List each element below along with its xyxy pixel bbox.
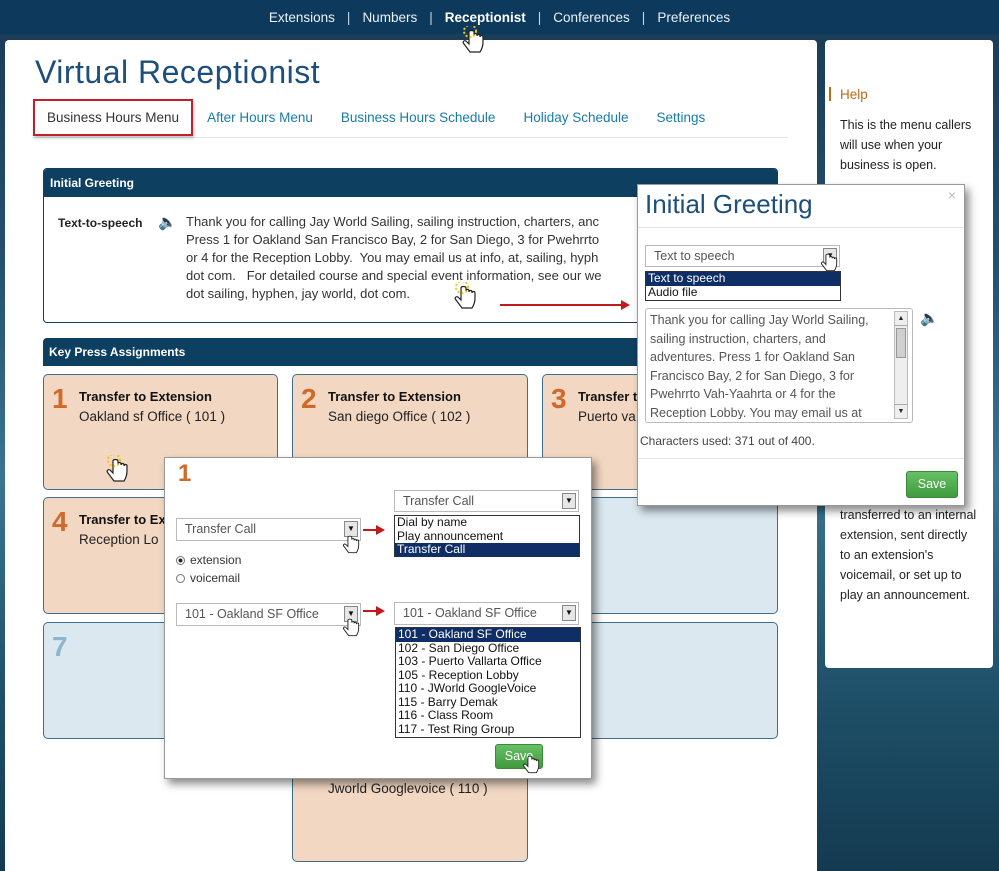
select-value: Text to speech — [654, 249, 735, 263]
extension-option[interactable]: 110 - JWorld GoogleVoice — [396, 681, 580, 696]
key-config-modal: 1 Transfer Call ▼ Transfer Call ▼ Dial b… — [164, 457, 592, 779]
greeting-textarea[interactable]: Thank you for calling Jay World Sailing,… — [645, 308, 913, 423]
page-title: Virtual Receptionist — [35, 54, 321, 90]
select-value: Transfer Call — [185, 522, 257, 536]
key-target: Jworld Googlevoice ( 110 ) — [328, 781, 488, 796]
extension-option[interactable]: 115 - Barry Demak — [396, 695, 580, 710]
option-text-to-speech[interactable]: Text to speech — [646, 271, 840, 286]
scroll-down-icon[interactable]: ▼ — [895, 404, 907, 418]
hand-cursor-icon — [342, 535, 360, 554]
top-nav: Extensions | Numbers | Receptionist | Conferen… — [0, 0, 999, 34]
option-dial-by-name[interactable]: Dial by name — [395, 515, 579, 530]
radio-label: voicemail — [190, 571, 241, 585]
nav-numbers[interactable]: Numbers — [350, 10, 429, 25]
radio-label: extension — [190, 553, 242, 567]
scroll-up-icon[interactable]: ▲ — [895, 312, 907, 326]
nav-preferences[interactable]: Preferences — [645, 10, 742, 25]
tab-business-hours-schedule[interactable]: Business Hours Schedule — [327, 110, 510, 125]
option-audio-file[interactable]: Audio file — [646, 285, 840, 300]
radio-dot — [176, 556, 185, 566]
greeting-type-select[interactable]: Text to speech ▼ — [645, 245, 840, 267]
nav-extensions[interactable]: Extensions — [257, 10, 347, 25]
hand-cursor-icon — [462, 26, 484, 53]
textarea-value: Thank you for calling Jay World Sailing,… — [650, 313, 869, 419]
extension-option[interactable]: 103 - Puerto Vallarta Office — [396, 654, 580, 669]
modal-title: Initial Greeting — [645, 189, 813, 219]
tab-settings[interactable]: Settings — [643, 110, 720, 125]
key-target: Puerto va — [578, 409, 636, 424]
chars-used: Characters used: 371 out of 400. — [640, 434, 815, 448]
scroll-thumb[interactable] — [896, 328, 906, 358]
select-value: Transfer Call — [403, 494, 475, 508]
greeting-type-options: Text to speech Audio file — [645, 271, 841, 301]
help-text-bottom: transferred to an internal extension, se… — [840, 508, 977, 602]
hand-cursor-icon — [820, 253, 838, 272]
extension-option[interactable]: 101 - Oakland SF Office — [396, 627, 580, 642]
save-button[interactable]: Save — [906, 471, 958, 498]
extension-select-open[interactable]: 101 - Oakland SF Office ▼ — [394, 602, 579, 625]
radio-voicemail[interactable]: voicemail — [176, 571, 240, 585]
key-number: 3 — [551, 383, 567, 414]
key-target: Reception Lo — [79, 532, 159, 547]
chevron-down-icon[interactable]: ▼ — [562, 493, 576, 509]
scrollbar[interactable]: ▲ ▼ — [894, 311, 908, 419]
key-number: 1 — [52, 383, 68, 414]
speaker-icon[interactable]: 🔈 — [920, 309, 939, 327]
tab-bar: Business Hours Menu After Hours Menu Bus… — [33, 98, 788, 138]
help-title: Help — [840, 87, 868, 102]
divider — [638, 458, 964, 459]
nav-receptionist[interactable]: Receptionist — [433, 10, 538, 25]
hand-cursor-icon — [454, 282, 476, 309]
key-action: Transfer to Extension — [79, 389, 212, 404]
key-number: 7 — [52, 631, 68, 662]
help-marker — [829, 87, 831, 101]
radio-extension[interactable]: extension — [176, 553, 241, 567]
chevron-down-icon[interactable]: ▼ — [562, 605, 576, 621]
tts-label: Text-to-speech — [58, 216, 143, 230]
tab-holiday-schedule[interactable]: Holiday Schedule — [509, 110, 642, 125]
divider — [638, 227, 964, 228]
help-text-top: This is the menu callers will use when y… — [840, 118, 972, 172]
key-action: Transfer to Extension — [328, 389, 461, 404]
radio-dot — [176, 574, 185, 584]
select-value: 101 - Oakland SF Office — [185, 607, 319, 621]
key-target: San diego Office ( 102 ) — [328, 409, 471, 424]
arrow-indicator — [500, 300, 630, 310]
tab-after-hours-menu[interactable]: After Hours Menu — [193, 110, 327, 125]
tab-business-hours-menu[interactable]: Business Hours Menu — [33, 99, 194, 136]
extension-option[interactable]: 117 - Test Ring Group — [396, 722, 580, 737]
modal-key-number: 1 — [178, 460, 192, 487]
nav-conferences[interactable]: Conferences — [541, 10, 642, 25]
option-transfer-call[interactable]: Transfer Call — [395, 542, 579, 557]
action-select-open[interactable]: Transfer Call ▼ — [394, 490, 579, 512]
key-number: 2 — [301, 383, 317, 414]
action-options: Dial by name Play announcement Transfer … — [394, 515, 580, 557]
hand-cursor-icon — [342, 618, 360, 637]
arrow-indicator — [363, 525, 385, 535]
key-action: Transfer to Ex — [79, 512, 166, 527]
key-number: 4 — [52, 506, 68, 537]
extension-option[interactable]: 102 - San Diego Office — [396, 641, 580, 656]
greeting-text[interactable]: Thank you for calling Jay World Sailing,… — [186, 213, 638, 303]
hand-cursor-icon — [106, 455, 128, 482]
extension-option[interactable]: 105 - Reception Lobby — [396, 668, 580, 683]
close-icon[interactable]: × — [948, 187, 956, 203]
extension-option[interactable]: 116 - Class Room — [396, 708, 580, 723]
extension-select[interactable]: 101 - Oakland SF Office ▼ — [176, 603, 361, 626]
initial-greeting-modal: Initial Greeting × Text to speech ▼ Text… — [637, 184, 965, 506]
hand-cursor-icon — [522, 755, 540, 774]
arrow-indicator — [363, 606, 385, 616]
speaker-icon[interactable]: 🔈 — [158, 213, 177, 231]
key-target: Oakland sf Office ( 101 ) — [79, 409, 226, 424]
select-value: 101 - Oakland SF Office — [403, 606, 537, 620]
extension-options: 101 - Oakland SF Office 102 - San Diego O… — [395, 627, 581, 738]
key-action: Transfer t — [578, 389, 638, 404]
option-play-announcement[interactable]: Play announcement — [395, 529, 579, 544]
action-select[interactable]: Transfer Call ▼ — [176, 518, 361, 541]
